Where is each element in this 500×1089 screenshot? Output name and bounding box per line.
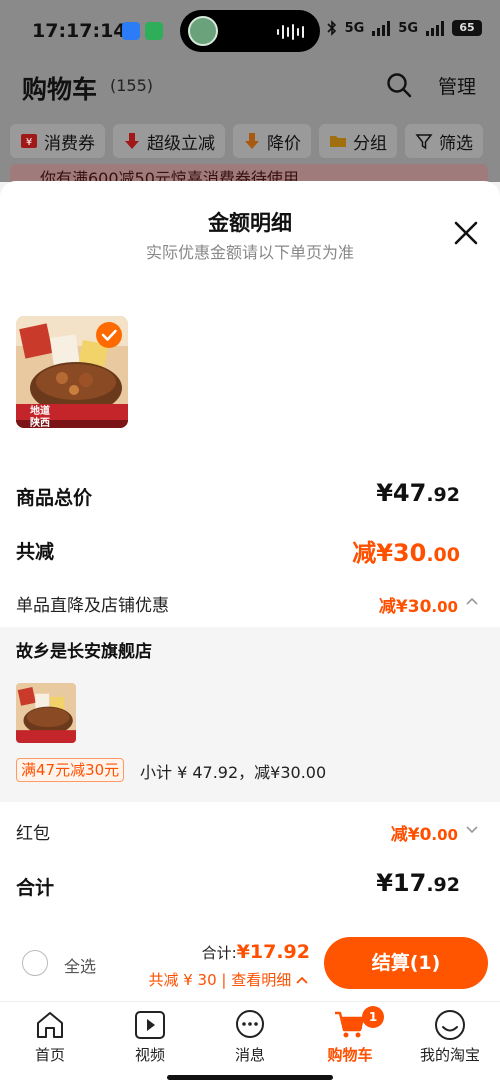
store-subtotal: 小计 ¥ 47.92，减¥30.00 bbox=[140, 763, 327, 782]
app-icon bbox=[145, 22, 163, 40]
bluetooth-icon bbox=[326, 20, 336, 36]
selected-check-icon bbox=[96, 322, 122, 348]
now-playing-icon bbox=[188, 16, 218, 46]
direct-discount-label: 单品直降及店铺优惠 bbox=[16, 596, 169, 616]
message-icon bbox=[236, 1010, 264, 1038]
audio-wave-icon bbox=[277, 24, 304, 40]
home-icon bbox=[37, 1012, 63, 1038]
promo-tag: 满47元减30元 bbox=[16, 758, 125, 782]
total-price-label: 商品总价 bbox=[16, 487, 93, 509]
down-arrow-icon bbox=[125, 133, 139, 149]
dynamic-island bbox=[180, 10, 320, 52]
tab-label: 购物车 bbox=[327, 1046, 373, 1064]
search-icon[interactable] bbox=[386, 72, 412, 98]
signal-icon bbox=[372, 20, 391, 36]
filter-screen[interactable]: 筛选 bbox=[405, 124, 483, 158]
sheet-title: 金额明细 bbox=[208, 211, 292, 235]
sheet-subtitle: 实际优惠金额请以下单页为准 bbox=[145, 243, 354, 262]
total-reduce-value: 减¥30.00 bbox=[352, 539, 460, 567]
folder-icon bbox=[330, 136, 346, 147]
select-all-label[interactable]: 全选 bbox=[64, 953, 96, 977]
checkout-bar: 全选 合计:¥17.92 共减 ¥ 30 | 查看明细 结算(1) bbox=[0, 935, 500, 1001]
filter-coupon[interactable]: ¥ 消费券 bbox=[10, 124, 105, 158]
chevron-down-icon[interactable] bbox=[464, 821, 480, 837]
network-label: 5G bbox=[398, 20, 418, 36]
total-price-value: ¥47.92 bbox=[376, 479, 460, 507]
price-drop-icon bbox=[245, 133, 259, 149]
direct-discount-value: 减¥30.00 bbox=[378, 597, 458, 617]
red-packet-label: 红包 bbox=[16, 824, 50, 844]
manage-button[interactable]: 管理 bbox=[438, 72, 476, 99]
tab-label: 首页 bbox=[34, 1046, 65, 1064]
tab-cart[interactable]: 1 购物车 bbox=[300, 1006, 400, 1065]
filter-label: 筛选 bbox=[439, 133, 473, 154]
video-icon bbox=[135, 1011, 165, 1039]
battery-icon: 65 bbox=[452, 20, 482, 36]
cart-header: 购物车 (155) 管理 ¥ 消费券 超级立减 降价 分组 筛选 你有满600减… bbox=[0, 62, 500, 188]
filter-price-drop[interactable]: 降价 bbox=[233, 124, 311, 158]
tab-video[interactable]: 视频 bbox=[100, 1008, 200, 1065]
filter-group[interactable]: 分组 bbox=[319, 124, 397, 158]
checkout-total: 合计:¥17.92 bbox=[201, 941, 310, 963]
store-section: 故乡是长安旗舰店 满47元减30元 小计 ¥ 47.92，减¥30.00 bbox=[0, 627, 500, 802]
filter-super-discount[interactable]: 超级立减 bbox=[113, 124, 225, 158]
checkout-button[interactable]: 结算(1) bbox=[324, 937, 488, 989]
close-icon[interactable] bbox=[452, 219, 480, 247]
coupon-icon: ¥ bbox=[21, 134, 37, 148]
tab-label: 我的淘宝 bbox=[419, 1046, 480, 1064]
status-time: 17:17:14 bbox=[32, 20, 127, 42]
svg-text:陕西: 陕西 bbox=[30, 416, 50, 428]
svg-text:¥: ¥ bbox=[26, 137, 32, 148]
cart-count: (155) bbox=[110, 76, 154, 95]
page-title: 购物车 bbox=[22, 75, 98, 104]
signal-icon bbox=[426, 20, 444, 36]
sum-label: 合计 bbox=[16, 877, 55, 899]
funnel-icon bbox=[415, 134, 433, 150]
status-indicators: 5G 5G 65 bbox=[326, 20, 482, 36]
total-reduce-label: 共减 bbox=[16, 541, 55, 563]
tab-label: 消息 bbox=[234, 1046, 265, 1064]
store-name[interactable]: 故乡是长安旗舰店 bbox=[16, 637, 152, 662]
cart-badge: 1 bbox=[362, 1006, 384, 1028]
filter-label: 分组 bbox=[353, 133, 387, 154]
network-label: 5G bbox=[344, 20, 365, 36]
product-image[interactable]: 地道 陕西 bbox=[16, 316, 128, 428]
sum-value: ¥17.92 bbox=[376, 869, 460, 897]
view-detail-link[interactable]: 共减 ¥ 30 | 查看明细 bbox=[148, 969, 308, 990]
tab-label: 视频 bbox=[134, 1046, 165, 1064]
product-thumbnail bbox=[16, 683, 76, 743]
select-all-radio[interactable] bbox=[22, 950, 48, 976]
red-packet-value: 减¥0.00 bbox=[390, 825, 458, 845]
product-image-small[interactable] bbox=[16, 683, 76, 743]
amount-detail-sheet: 金额明细 实际优惠金额请以下单页为准 地道 陕西 商品总价 ¥47.92 共减 … bbox=[0, 181, 500, 935]
tab-home[interactable]: 首页 bbox=[0, 1008, 100, 1065]
home-indicator bbox=[167, 1075, 333, 1080]
filter-label: 超级立减 bbox=[147, 133, 215, 154]
chevron-up-icon[interactable] bbox=[464, 593, 480, 609]
filter-label: 消费券 bbox=[44, 133, 95, 154]
tab-message[interactable]: 消息 bbox=[200, 1008, 300, 1065]
chevron-up-icon bbox=[296, 976, 308, 984]
filter-bar: ¥ 消费券 超级立减 降价 分组 筛选 bbox=[10, 124, 483, 158]
app-icon bbox=[122, 22, 140, 40]
svg-text:地道: 地道 bbox=[30, 404, 50, 417]
profile-icon bbox=[435, 1010, 465, 1040]
status-bar: 17:17:14 5G 5G 65 bbox=[0, 0, 500, 62]
tab-profile[interactable]: 我的淘宝 bbox=[400, 1008, 500, 1065]
filter-label: 降价 bbox=[267, 133, 301, 154]
